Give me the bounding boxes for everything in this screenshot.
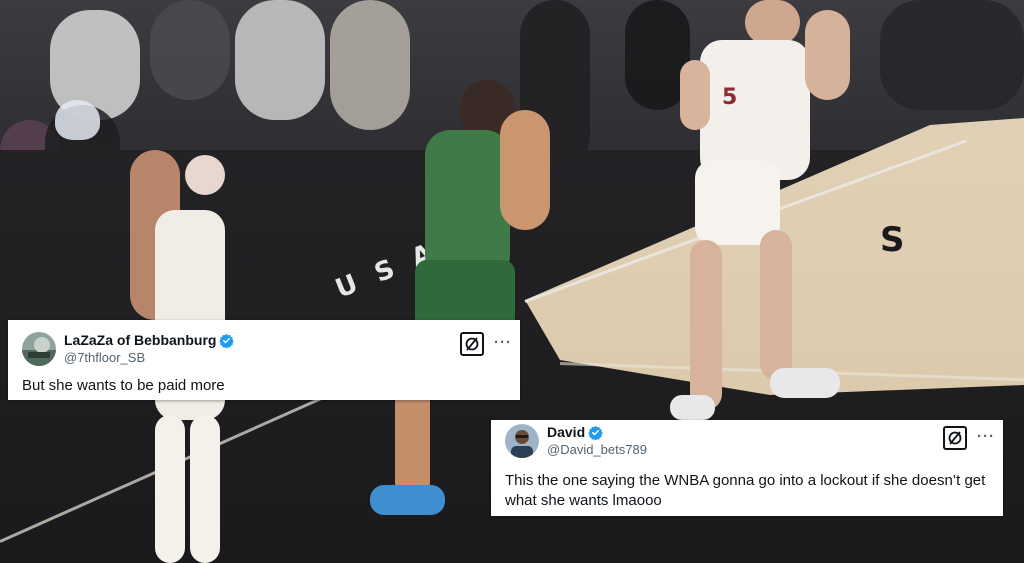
more-options-icon[interactable]: ··· [977,428,995,445]
verified-badge-icon [588,425,603,440]
user-handle[interactable]: @7thfloor_SB [64,349,234,366]
tweet-card[interactable]: David @David_bets789 ··· This the one sa… [491,420,1003,516]
avatar[interactable] [22,332,56,366]
verified-badge-icon [219,333,235,348]
spectator [150,0,230,100]
display-name-text: David [547,424,586,440]
player-white-right: 5 [670,0,860,420]
x-logo-icon[interactable] [460,332,484,356]
x-logo-icon[interactable] [943,426,967,450]
spectator [55,100,100,140]
display-name-text: LaZaZa of Bebbanburg [64,332,217,348]
tweet-card[interactable]: LaZaZa of Bebbanburg @7thfloor_SB ··· Bu… [8,320,520,400]
avatar[interactable] [505,424,539,458]
tweet-text: This the one saying the WNBA gonna go in… [505,472,986,509]
more-options-icon[interactable]: ··· [494,334,512,351]
court-lettering: S [880,220,925,260]
tweet-header: LaZaZa of Bebbanburg @7thfloor_SB [22,332,235,366]
display-name[interactable]: David [547,424,603,441]
spectator [235,0,325,120]
tweet-author: LaZaZa of Bebbanburg @7thfloor_SB [64,332,235,366]
tweet-header: David @David_bets789 [505,424,647,458]
avatar-image [22,332,56,366]
avatar-image [505,424,539,458]
spectator [880,0,1024,110]
user-handle[interactable]: @David_bets789 [547,441,647,458]
tweet-text: But she wants to be paid more [22,377,225,394]
jersey-number: 5 [722,85,738,110]
tweet-author: David @David_bets789 [547,424,647,458]
display-name[interactable]: LaZaZa of Bebbanburg [64,332,235,349]
